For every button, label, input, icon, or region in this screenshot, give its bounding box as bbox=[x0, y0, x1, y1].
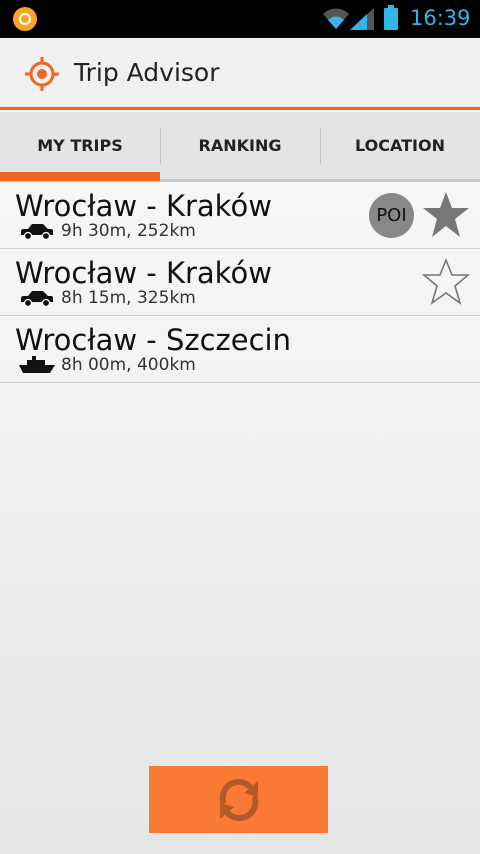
poi-button[interactable]: POI bbox=[369, 193, 414, 238]
refresh-button[interactable] bbox=[149, 766, 328, 833]
action-bar: Trip Advisor bbox=[0, 38, 480, 110]
trip-list-item[interactable]: Wrocław - Kraków 9h 30m, 252km POI bbox=[0, 182, 480, 249]
car-icon bbox=[21, 224, 53, 240]
refresh-icon bbox=[219, 778, 258, 821]
selected-tab-indicator bbox=[0, 172, 160, 181]
trip-duration-distance: 8h 15m, 325km bbox=[61, 288, 196, 308]
star-outline-icon[interactable] bbox=[421, 257, 471, 307]
trip-title: Wrocław - Szczecin bbox=[15, 323, 291, 357]
ship-icon bbox=[19, 356, 55, 373]
car-icon bbox=[21, 291, 53, 307]
tab-location[interactable]: LOCATION bbox=[320, 112, 480, 179]
star-filled-icon[interactable] bbox=[421, 190, 471, 240]
trip-duration-distance: 8h 00m, 400km bbox=[61, 355, 196, 375]
tab-my-trips[interactable]: MY TRIPS bbox=[0, 112, 160, 179]
app-title: Trip Advisor bbox=[74, 58, 220, 87]
battery-icon bbox=[384, 5, 398, 30]
trip-duration-distance: 9h 30m, 252km bbox=[61, 221, 196, 241]
trip-title: Wrocław - Kraków bbox=[15, 256, 272, 290]
tab-ranking[interactable]: RANKING bbox=[160, 112, 320, 179]
notification-app-icon bbox=[13, 7, 37, 31]
signal-icon bbox=[350, 8, 374, 30]
trip-list-item[interactable]: Wrocław - Szczecin 8h 00m, 400km bbox=[0, 316, 480, 383]
trip-list: Wrocław - Kraków 9h 30m, 252km POI Wrocł… bbox=[0, 182, 480, 383]
status-clock: 16:39 bbox=[410, 6, 471, 30]
trip-title: Wrocław - Kraków bbox=[15, 189, 272, 223]
trip-list-item[interactable]: Wrocław - Kraków 8h 15m, 325km bbox=[0, 249, 480, 316]
crosshair-target-icon[interactable] bbox=[24, 56, 60, 92]
status-bar: 16:39 bbox=[0, 0, 480, 38]
wifi-icon bbox=[323, 8, 349, 29]
